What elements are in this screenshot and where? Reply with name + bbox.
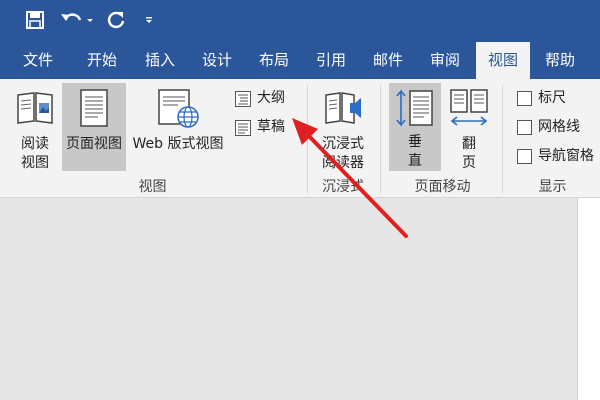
web-layout-label: Web 版式视图 [132,136,224,152]
redo-icon [107,11,125,29]
tab-insert[interactable]: 插入 [132,42,188,79]
ruler-checkbox[interactable]: 标尺 [512,88,592,108]
print-layout-button[interactable]: 页面视图 [62,83,126,171]
undo-icon [61,13,93,22]
tab-view[interactable]: 视图 [476,42,530,79]
tab-review[interactable]: 审阅 [417,42,473,79]
read-mode-button[interactable]: 阅读 视图 [10,85,60,171]
redo-button[interactable] [104,7,128,33]
side-to-side-label-2: 页 [462,155,476,171]
read-mode-label-1: 阅读 [21,136,49,152]
gridlines-checkbox[interactable]: 网格线 [512,117,592,137]
read-mode-label-2: 视图 [21,155,49,171]
ruler-label: 标尺 [538,90,566,106]
document-page[interactable] [577,198,600,400]
tab-home[interactable]: 开始 [74,42,130,79]
document-canvas[interactable] [0,198,600,400]
group-separator [307,85,308,193]
side-to-side-icon [450,89,488,126]
show-group-label: 显示 [538,179,567,195]
gridlines-label: 网格线 [538,119,580,135]
customize-quick-access-button[interactable] [140,7,158,33]
immersive-group-label: 沉浸式 [322,179,364,195]
undo-button[interactable] [58,7,96,33]
tab-layout[interactable]: 布局 [246,42,302,79]
vertical-label-1: 垂 [408,134,422,150]
vertical-label-2: 直 [408,153,422,169]
immersive-reader-icon [325,92,361,124]
print-layout-label: 页面视图 [66,136,122,152]
draft-icon [235,120,251,136]
web-page-icon [158,89,199,128]
immersive-reader-label-1: 沉浸式 [322,136,364,152]
ruler-check-box[interactable] [517,91,532,106]
book-icon [17,92,53,124]
page-movement-group-label: 页面移动 [414,179,471,195]
tab-design[interactable]: 设计 [189,42,245,79]
views-group-label: 视图 [138,179,167,195]
chevron-down-icon [87,19,93,22]
outline-icon [235,91,251,107]
web-layout-button[interactable]: Web 版式视图 [128,85,228,171]
ribbon: 阅读 视图 页面视图 Web 版式视图 大纲 草稿 视图 沉浸式 阅读器 沉浸式… [0,79,600,198]
gridlines-check-box[interactable] [517,120,532,135]
draft-button[interactable]: 草稿 [232,116,296,138]
ribbon-tabs: 文件 开始 插入 设计 布局 引用 邮件 审阅 视图 帮助 [0,42,600,79]
draft-label: 草稿 [257,119,285,135]
vertical-scroll-icon [396,89,433,127]
save-button[interactable] [22,7,48,33]
navigation-pane-check-box[interactable] [517,149,532,164]
immersive-reader-button[interactable]: 沉浸式 阅读器 [312,85,374,171]
tab-references[interactable]: 引用 [303,42,359,79]
save-icon [26,11,44,29]
tab-mailings[interactable]: 邮件 [360,42,416,79]
group-separator [380,85,381,193]
navigation-pane-label: 导航窗格 [538,148,594,164]
title-bar [0,0,600,42]
customize-icon [146,17,152,23]
tab-file[interactable]: 文件 [10,42,66,79]
group-separator [502,85,503,193]
side-to-side-button[interactable]: 翻 页 [443,85,495,171]
outline-label: 大纲 [257,90,285,106]
navigation-pane-checkbox[interactable]: 导航窗格 [512,146,600,166]
immersive-reader-label-2: 阅读器 [322,155,364,171]
side-to-side-label-1: 翻 [462,136,476,152]
page-icon [80,89,108,127]
vertical-button[interactable]: 垂 直 [389,83,441,171]
tab-help[interactable]: 帮助 [532,42,588,79]
outline-button[interactable]: 大纲 [232,87,296,109]
